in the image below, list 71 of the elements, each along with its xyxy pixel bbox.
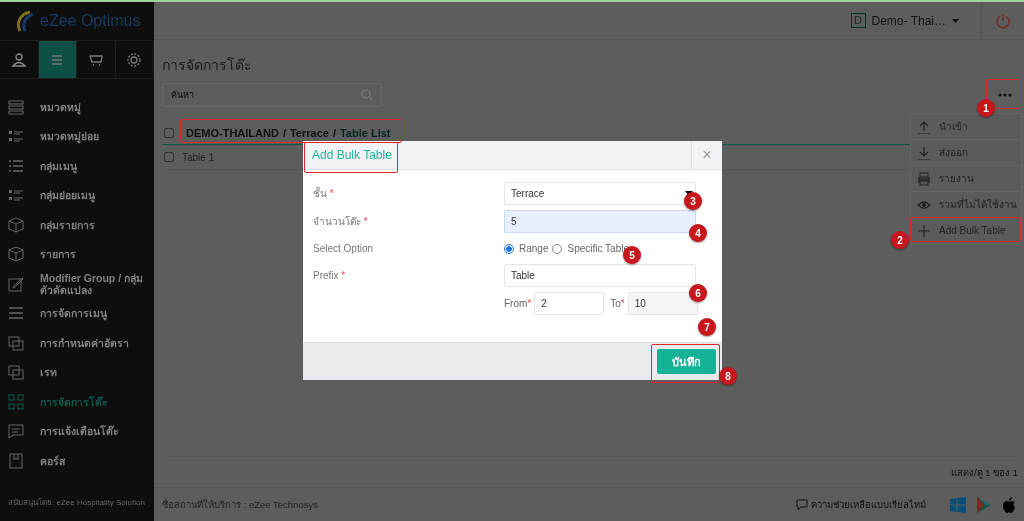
plus-icon bbox=[917, 223, 931, 238]
more-icon bbox=[998, 93, 1012, 97]
list-icon bbox=[8, 187, 24, 204]
list-icon bbox=[8, 157, 24, 174]
sidebar-item[interactable]: รายการ bbox=[0, 239, 154, 269]
chat-icon bbox=[796, 498, 808, 511]
field-label: Prefix * bbox=[313, 270, 346, 281]
step-number: 1 bbox=[977, 99, 995, 117]
download-icon bbox=[917, 145, 931, 160]
grid-icon bbox=[8, 393, 24, 410]
sidebar-item[interactable]: การกำหนดค่าอัตรา bbox=[0, 328, 154, 358]
settings-icon bbox=[126, 51, 143, 68]
input-field[interactable]: Table bbox=[504, 264, 696, 287]
book-icon bbox=[8, 452, 24, 469]
avatar-letter: D bbox=[850, 13, 866, 28]
chat-icon bbox=[8, 423, 24, 440]
list-icon bbox=[8, 98, 24, 115]
sidebar-item[interactable]: กลุ่มย่อยเมนู bbox=[0, 180, 154, 210]
search-field[interactable]: ค้นหา bbox=[162, 83, 382, 107]
copy-icon bbox=[8, 334, 24, 351]
sidebar-item[interactable]: หมวดหมู่ bbox=[0, 92, 154, 122]
breadcrumb-separator: / bbox=[282, 127, 286, 139]
breadcrumb-link[interactable]: DEMO-THAILAND bbox=[186, 127, 279, 139]
input-field[interactable]: 2 bbox=[534, 292, 605, 315]
page-title: การจัดการโต๊ะ bbox=[162, 56, 253, 74]
step-number: 8 bbox=[719, 367, 737, 385]
cube-icon bbox=[8, 216, 24, 233]
input-field[interactable]: 5 bbox=[504, 210, 696, 233]
sidebar-item[interactable]: กลุ่มรายการ bbox=[0, 210, 154, 240]
close-button[interactable]: × bbox=[691, 141, 722, 169]
field-label: จำนวนโต๊ะ * bbox=[313, 215, 368, 229]
account-name[interactable]: Demo- Thai… bbox=[871, 13, 946, 28]
account-menu[interactable]: D Demo- Thai… bbox=[850, 13, 981, 28]
radio-option[interactable]: Range bbox=[504, 243, 549, 254]
highlight-frame bbox=[651, 344, 720, 383]
breadcrumb-separator: / bbox=[332, 127, 336, 139]
field-label: Select Option bbox=[313, 243, 374, 254]
help-link[interactable]: ความช่วยเหลือแบบเรียลไทม์ bbox=[796, 497, 926, 512]
search-icon bbox=[361, 89, 373, 101]
sidebar-item[interactable]: คอร์ส bbox=[0, 446, 154, 476]
copy-icon bbox=[8, 364, 24, 381]
sidebar-tab[interactable] bbox=[38, 41, 77, 78]
sidebar-item[interactable]: การแจ้งเตือนโต๊ะ bbox=[0, 416, 154, 446]
sponsor-text: สนับสนุนโดย: eZee Hospitality Solution bbox=[7, 497, 146, 509]
sidebar-item[interactable]: กลุ่มเมนู bbox=[0, 151, 154, 181]
cube-icon bbox=[8, 246, 24, 263]
app-logo: eZee Optimus bbox=[40, 12, 141, 30]
play-icon bbox=[976, 495, 992, 514]
field-label: ชั้น * bbox=[313, 186, 334, 201]
step-number: 2 bbox=[891, 231, 909, 249]
sidebar-item[interactable]: Modifier Group / กลุ่มตัวดัดแปลง bbox=[0, 269, 154, 299]
menu-icon bbox=[8, 305, 24, 322]
windows-icon bbox=[950, 496, 966, 513]
dialog-title: Add Bulk Table bbox=[311, 148, 392, 162]
save-button[interactable]: บันทึก bbox=[657, 349, 716, 374]
checkbox[interactable] bbox=[164, 152, 174, 162]
caret-icon bbox=[952, 18, 959, 23]
sidebar-item[interactable]: การจัดการเมนู bbox=[0, 298, 154, 328]
printer-icon bbox=[917, 171, 931, 186]
field-label: To* bbox=[610, 298, 625, 309]
field-label: From* bbox=[504, 298, 532, 309]
upload-icon bbox=[917, 119, 931, 134]
list-icon bbox=[8, 128, 24, 145]
sidebar-item[interactable]: หมวดหมู่ย่อย bbox=[0, 121, 154, 151]
user-icon bbox=[10, 51, 27, 68]
pagination-text: แสดง/ดู 1 ของ 1 bbox=[950, 465, 1018, 480]
apple-icon bbox=[1002, 496, 1016, 513]
checkbox[interactable] bbox=[164, 128, 174, 138]
breadcrumb-link[interactable]: Terrace bbox=[289, 127, 329, 139]
edit-icon bbox=[8, 275, 24, 292]
sidebar-item[interactable]: เรท bbox=[0, 357, 154, 387]
